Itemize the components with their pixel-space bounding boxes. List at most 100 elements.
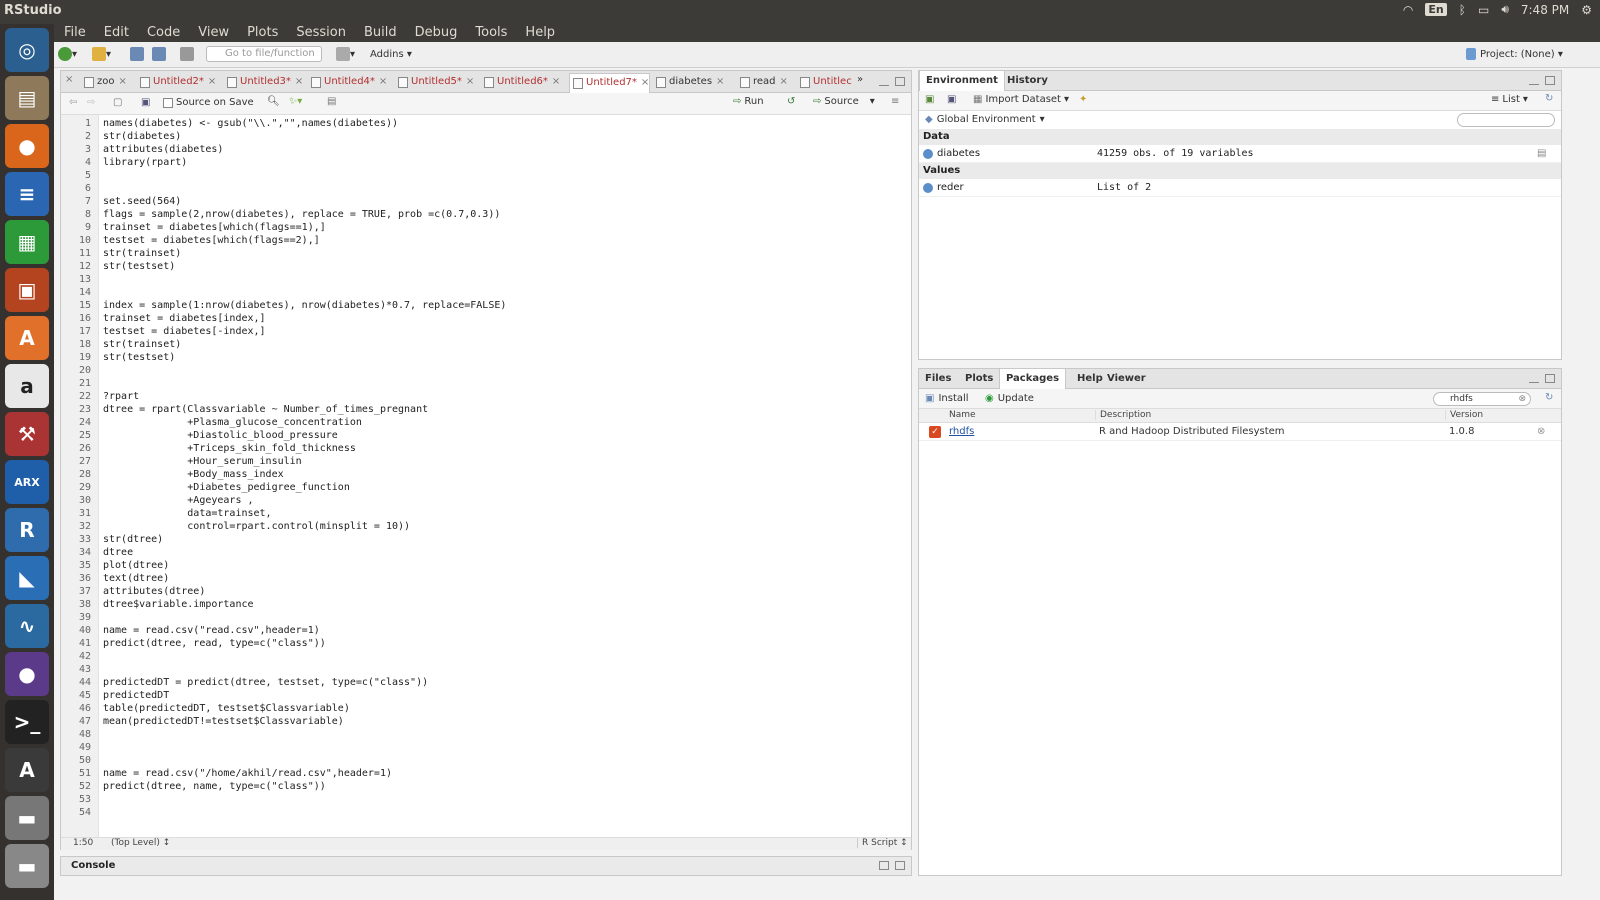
volume-icon[interactable]: 🔊︎ [1501, 2, 1509, 17]
save-all-button[interactable] [152, 46, 166, 62]
editor-tab[interactable]: Untitled3* × [224, 73, 303, 93]
code-line[interactable]: str(testset) [103, 260, 175, 273]
code-line[interactable]: attributes(dtree) [103, 585, 205, 598]
code-line[interactable]: index = sample(1:nrow(diabetes), nrow(di… [103, 299, 506, 312]
source-dropdown-icon[interactable]: ▾ [870, 96, 875, 107]
tab-environment[interactable]: Environment [919, 71, 1005, 91]
code-line[interactable]: attributes(diabetes) [103, 143, 223, 156]
close-tab-icon[interactable]: × [641, 77, 649, 88]
code-line[interactable]: dtree$variable.importance [103, 598, 254, 611]
global-environment-dropdown[interactable]: ◆ Global Environment ▾ [925, 114, 1045, 125]
code-line[interactable]: text(dtree) [103, 572, 169, 585]
new-file-button[interactable]: ▾ [58, 46, 77, 62]
bluetooth-icon[interactable]: ᛒ [1459, 3, 1466, 17]
source-button[interactable]: ⇨ Source ▾ [813, 96, 875, 107]
code-line[interactable]: predictedDT = predict(dtree, testset, ty… [103, 676, 428, 689]
impress-icon[interactable]: ▣ [5, 268, 49, 312]
minimize-pane-icon[interactable] [1529, 76, 1539, 85]
tab-plots[interactable]: Plots [959, 369, 999, 389]
writer-icon[interactable]: ≡ [5, 172, 49, 216]
rerun-icon[interactable]: ↺ [787, 96, 795, 107]
close-tab-icon[interactable]: × [780, 76, 788, 87]
code-line[interactable]: str(testset) [103, 351, 175, 364]
scope-selector[interactable]: (Top Level) ↕ [111, 838, 170, 848]
menu-build[interactable]: Build [355, 24, 406, 42]
tab-files[interactable]: Files [919, 369, 957, 389]
expand-icon[interactable] [923, 183, 933, 193]
menu-help[interactable]: Help [516, 24, 564, 42]
minimize-pane-icon[interactable] [879, 77, 889, 86]
terminal-icon[interactable]: >_ [5, 700, 49, 744]
env-row-reder[interactable]: reder List of 2 [919, 179, 1561, 197]
code-line[interactable]: str(trainset) [103, 247, 181, 260]
save-button[interactable] [130, 46, 144, 62]
expand-icon[interactable] [923, 149, 933, 159]
ubuntu-dash-icon[interactable]: ◎ [5, 28, 49, 72]
code-line[interactable]: +Ageyears , [103, 494, 253, 507]
system-settings-icon[interactable]: ⚒ [5, 412, 49, 456]
editor-tab[interactable]: Untitled2* × [137, 73, 216, 93]
menu-debug[interactable]: Debug [406, 24, 467, 42]
eclipse-icon[interactable]: ● [5, 652, 49, 696]
import-dataset-button[interactable]: ▦ Import Dataset ▾ [973, 94, 1069, 105]
show-in-window-icon[interactable]: ▢ [113, 97, 122, 108]
menu-file[interactable]: File [54, 24, 95, 42]
software-updater-icon[interactable]: A [5, 748, 49, 792]
workspace-panes-button[interactable]: ▾ [336, 46, 355, 62]
code-line[interactable]: +Diabetes_pedigree_function [103, 481, 350, 494]
save-workspace-icon[interactable]: ▣ [947, 94, 956, 105]
editor-tab[interactable]: zoo × [81, 73, 127, 93]
drive2-icon[interactable]: ▬ [5, 844, 49, 888]
code-line[interactable]: +Body_mass_index [103, 468, 283, 481]
remove-package-icon[interactable]: ⊗ [1537, 426, 1545, 437]
more-tabs-icon[interactable]: » [857, 74, 863, 85]
editor-tab[interactable]: Untitled7* × [569, 73, 651, 94]
close-tab-icon[interactable]: × [295, 76, 303, 87]
minimize-pane-icon[interactable] [1529, 374, 1539, 383]
code-line[interactable]: name = read.csv("read.csv",header=1) [103, 624, 320, 637]
broom-icon[interactable]: ✦ [1079, 94, 1087, 105]
close-tab-icon[interactable]: × [119, 76, 127, 87]
code-line[interactable]: dtree = rpart(Classvariable ~ Number_of_… [103, 403, 428, 416]
refresh-icon[interactable]: ↻ [1545, 93, 1553, 104]
compile-report-icon[interactable]: ▤ [327, 96, 336, 107]
restore-pane-icon[interactable] [879, 861, 889, 870]
code-tools-icon[interactable]: ✨︎▾ [289, 96, 302, 107]
code-line[interactable]: predict(dtree, read, type=c("class")) [103, 637, 326, 650]
menu-view[interactable]: View [189, 24, 238, 42]
close-tab-icon[interactable]: × [716, 76, 724, 87]
back-arrow-icon[interactable]: ⇦ [69, 97, 77, 108]
wifi-icon[interactable]: ◠ [1403, 3, 1413, 17]
col-description[interactable]: Description [1095, 410, 1151, 420]
maximize-pane-icon[interactable] [895, 861, 905, 870]
code-editor[interactable]: 1 2 3 4 5 6 7 8 9 10 11 12 13 14 15 16 17 18 19 20 21 22 23 24 2… [61, 115, 911, 837]
editor-tab[interactable]: read × [737, 73, 788, 93]
tab-packages[interactable]: Packages [999, 369, 1067, 389]
code-line[interactable]: mean(predictedDT!=testset$Classvariable) [103, 715, 344, 728]
code-line[interactable]: plot(dtree) [103, 559, 169, 572]
files-icon[interactable]: ▤ [5, 76, 49, 120]
code-line[interactable]: control=rpart.control(minsplit = 10)) [103, 520, 410, 533]
menu-session[interactable]: Session [287, 24, 355, 42]
code-line[interactable]: predictedDT [103, 689, 169, 702]
keyboard-layout-indicator[interactable]: En [1425, 3, 1447, 16]
close-tab-icon[interactable]: × [379, 76, 387, 87]
code-line[interactable]: data=trainset, [103, 507, 271, 520]
source-on-save-checkbox[interactable]: Source on Save [163, 97, 254, 108]
menu-edit[interactable]: Edit [95, 24, 138, 42]
tab-history[interactable]: History [1001, 71, 1054, 91]
code-line[interactable]: dtree [103, 546, 133, 559]
maximize-pane-icon[interactable] [895, 77, 905, 86]
calc-icon[interactable]: ▦ [5, 220, 49, 264]
code-line[interactable]: +Plasma_glucose_concentration [103, 416, 362, 429]
code-line[interactable]: flags = sample(2,nrow(diabetes), replace… [103, 208, 500, 221]
code-line[interactable]: trainset = diabetes[which(flags==1),] [103, 221, 326, 234]
project-menu-button[interactable]: Project: (None) ▾ [1466, 46, 1563, 62]
software-center-icon[interactable]: A [5, 316, 49, 360]
close-tab-icon[interactable]: × [552, 76, 560, 87]
col-name[interactable]: Name [949, 410, 976, 420]
editor-tab[interactable]: Untitlec [797, 73, 852, 93]
document-outline-icon[interactable]: ≡ [891, 96, 899, 107]
editor-tab[interactable]: Untitled4* × [308, 73, 387, 93]
code-line[interactable]: set.seed(564) [103, 195, 181, 208]
